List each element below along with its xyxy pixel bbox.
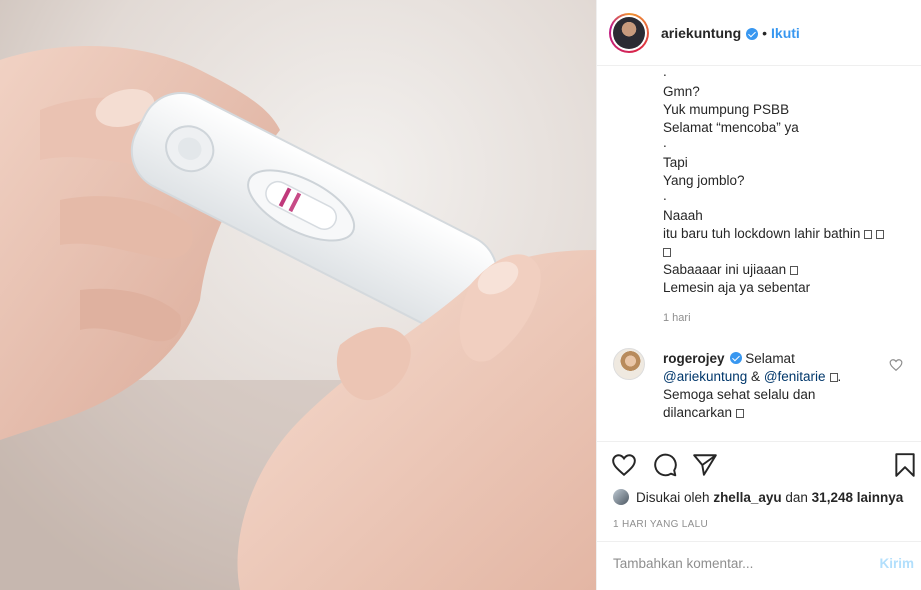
caption-line: . — [663, 135, 667, 150]
add-comment-bar: Kirim — [597, 541, 921, 590]
likes-summary: Disukai oleh zhella_ayu dan 31,248 lainn… — [613, 489, 903, 505]
post-caption: . Gmn? Yuk mumpung PSBB Selamat “mencoba… — [663, 66, 913, 297]
pregnancy-test-photo — [0, 0, 596, 590]
post-actions: Disukai oleh zhella_ayu dan 31,248 lainn… — [597, 441, 921, 541]
author-username[interactable]: ariekuntung — [661, 25, 741, 41]
caption-line: Naaah — [663, 208, 703, 223]
caption-line-text: Sabaaaar ini ujiaaan — [663, 262, 787, 277]
post-sidebar: ariekuntung • Ikuti . Gmn? Yuk mumpung P… — [596, 0, 921, 590]
comment-amp: & — [751, 369, 761, 384]
post-date[interactable]: 1 HARI YANG LALU — [613, 519, 708, 530]
verified-badge-icon — [729, 352, 742, 364]
commenter-avatar[interactable] — [613, 348, 645, 380]
emoji-placeholder-icon — [876, 230, 885, 239]
post-photo[interactable] — [0, 0, 596, 590]
caption-line: Tapi — [663, 155, 688, 170]
emoji-placeholder-icon — [736, 409, 745, 418]
caption-timestamp[interactable]: 1 hari — [663, 312, 691, 324]
caption-line-emoji — [663, 243, 913, 261]
caption-line-text: itu baru tuh lockdown lahir bathin — [663, 226, 861, 241]
caption-line: Lemesin aja ya sebentar — [663, 280, 811, 295]
caption-line: . — [663, 66, 667, 79]
comment-line: dilancarkan — [663, 405, 733, 420]
likes-count[interactable]: 31,248 lainnya — [812, 490, 904, 505]
caption-line-emoji: itu baru tuh lockdown lahir bathin — [663, 225, 913, 243]
emoji-placeholder-icon — [829, 373, 838, 382]
likes-middle: dan — [785, 489, 808, 505]
mention-link[interactable]: @ariekuntung — [663, 369, 747, 384]
author-avatar[interactable] — [609, 12, 649, 53]
comment-bubble-icon[interactable] — [652, 452, 678, 478]
emoji-placeholder-icon — [790, 266, 799, 275]
paper-plane-icon[interactable] — [692, 452, 718, 478]
liker-username[interactable]: zhella_ayu — [713, 490, 781, 505]
mention-link[interactable]: @fenitarie — [764, 369, 826, 384]
comment-word: Selamat — [745, 351, 795, 366]
post-header: ariekuntung • Ikuti — [597, 0, 921, 66]
caption-line: Yang jomblo? — [663, 173, 745, 188]
post-comment-button[interactable]: Kirim — [879, 556, 914, 571]
caption-line: Yuk mumpung PSBB — [663, 102, 790, 117]
comments-section[interactable]: . Gmn? Yuk mumpung PSBB Selamat “mencoba… — [597, 66, 921, 441]
emoji-placeholder-icon — [663, 248, 671, 257]
separator-dot: • — [762, 24, 768, 41]
follow-button[interactable]: Ikuti — [771, 25, 800, 41]
caption-line: Selamat “mencoba” ya — [663, 120, 799, 135]
caption-line-emoji: Sabaaaar ini ujiaaan — [663, 261, 913, 279]
comment-like-heart-icon[interactable] — [889, 358, 903, 372]
comment-input[interactable] — [613, 556, 833, 571]
commenter-username[interactable]: rogerojey — [663, 351, 725, 366]
comment-line: Semoga sehat selalu dan — [663, 387, 816, 402]
liker-avatar[interactable] — [613, 489, 629, 505]
comment-text: rogerojey Selamat @ariekuntung & @fenita… — [663, 351, 842, 420]
emoji-placeholder-icon — [864, 230, 873, 239]
heart-icon[interactable] — [611, 452, 637, 478]
caption-line: . — [663, 188, 667, 203]
bookmark-icon[interactable] — [892, 452, 918, 478]
verified-badge-icon — [746, 27, 759, 40]
caption-line: Gmn? — [663, 84, 700, 99]
likes-prefix: Disukai oleh — [636, 489, 710, 505]
